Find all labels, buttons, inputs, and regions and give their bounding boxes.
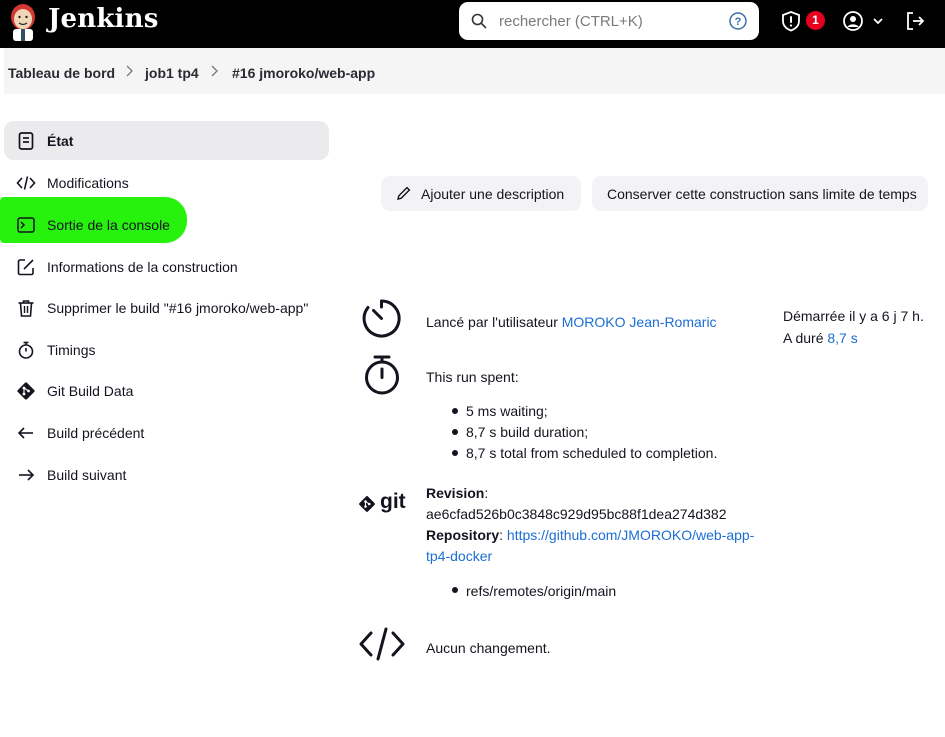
sidebar-item-label: Build suivant xyxy=(47,467,127,483)
security-badge[interactable]: 1 xyxy=(806,11,825,30)
run-spent-title: This run spent: xyxy=(426,369,519,385)
sidebar-item-label: Sortie de la console xyxy=(47,217,170,233)
repository-link-continued[interactable]: tp4-docker xyxy=(426,548,492,564)
duration-prefix: A duré xyxy=(783,330,824,346)
terminal-icon xyxy=(17,217,35,233)
repository-label: Repository xyxy=(426,527,500,543)
no-changes-text: Aucun changement. xyxy=(426,640,551,656)
sidebar-item-label: État xyxy=(47,133,74,149)
logout-icon[interactable] xyxy=(904,10,926,32)
clock-icon xyxy=(362,299,401,338)
sidebar-item-next-build[interactable]: Build suivant xyxy=(4,455,329,494)
edit-icon xyxy=(17,259,34,276)
bullet xyxy=(452,450,458,456)
keep-build-forever-button[interactable]: Conserver cette construction sans limite… xyxy=(592,176,928,211)
sidebar-item-changes[interactable]: Modifications xyxy=(4,163,329,202)
search-icon xyxy=(471,13,487,29)
stopwatch-icon xyxy=(365,355,399,395)
sidebar-item-label: Modifications xyxy=(47,175,129,191)
sidebar-item-git-build-data[interactable]: Git Build Data xyxy=(4,371,329,410)
git-logo-text: git xyxy=(380,490,406,513)
stopwatch-icon xyxy=(18,341,34,359)
ref-item: refs/remotes/origin/main xyxy=(466,583,617,599)
add-description-label: Ajouter une description xyxy=(421,186,565,202)
keep-build-label: Conserver cette construction sans limite… xyxy=(607,186,917,202)
duration-text: A duré 8,7 s xyxy=(783,330,858,346)
git-logo-icon xyxy=(359,496,375,512)
bullet xyxy=(452,587,458,593)
help-icon[interactable]: ? xyxy=(729,12,747,30)
list-item: 5 ms waiting; xyxy=(466,403,548,419)
sidebar-item-previous-build[interactable]: Build précédent xyxy=(4,413,329,452)
launched-by-prefix: Lancé par l'utilisateur xyxy=(426,314,558,330)
trash-icon xyxy=(18,300,34,317)
revision-label: Revision xyxy=(426,485,485,501)
user-icon[interactable] xyxy=(842,10,864,32)
sidebar-item-delete-build[interactable]: Supprimer le build "#16 jmoroko/web-app" xyxy=(4,288,329,327)
sidebar-item-label: Informations de la construction xyxy=(47,259,238,275)
sidebar-item-label: Supprimer le build "#16 jmoroko/web-app" xyxy=(47,300,309,316)
search-box[interactable]: ? xyxy=(459,2,759,40)
list-item: 8,7 s total from scheduled to completion… xyxy=(466,445,718,461)
add-description-button[interactable]: Ajouter une description xyxy=(381,176,581,211)
arrow-right-icon xyxy=(19,469,35,481)
user-link[interactable]: MOROKO Jean-Romaric xyxy=(562,314,717,330)
breadcrumb-job[interactable]: job1 tp4 xyxy=(145,65,199,81)
sidebar-item-label: Timings xyxy=(47,342,96,358)
code-icon xyxy=(16,176,36,190)
chevron-right-icon xyxy=(211,65,218,77)
chevron-right-icon xyxy=(126,65,133,77)
bullet xyxy=(452,429,458,435)
sidebar-item-console-output[interactable]: Sortie de la console xyxy=(4,205,329,244)
breadcrumb-dashboard[interactable]: Tableau de bord xyxy=(8,65,115,81)
sidebar-item-timings[interactable]: Timings xyxy=(4,330,329,369)
revision-line: Revision: xyxy=(426,485,489,501)
duration-link[interactable]: 8,7 s xyxy=(827,330,857,346)
chevron-down-icon[interactable] xyxy=(872,15,884,27)
sidebar-item-status[interactable]: État xyxy=(4,121,329,160)
sidebar-item-build-info[interactable]: Informations de la construction xyxy=(4,247,329,286)
top-header: Jenkins ? 1 xyxy=(0,0,945,48)
search-input[interactable] xyxy=(499,2,719,40)
document-icon xyxy=(18,132,34,150)
repository-link[interactable]: https://github.com/JMOROKO/web-app- xyxy=(507,527,754,543)
svg-text:?: ? xyxy=(735,16,742,28)
bullet xyxy=(452,408,458,414)
sidebar-item-label: Git Build Data xyxy=(47,383,134,399)
repository-line: Repository: https://github.com/JMOROKO/w… xyxy=(426,527,755,543)
brand-title[interactable]: Jenkins xyxy=(48,4,159,34)
started-text: Démarrée il y a 6 j 7 h. xyxy=(783,308,924,324)
sidebar-item-label: Build précédent xyxy=(47,425,145,441)
shield-alert-icon[interactable] xyxy=(780,10,802,32)
arrow-left-icon xyxy=(17,427,33,439)
list-item: 8,7 s build duration; xyxy=(466,424,589,440)
pencil-icon xyxy=(397,186,411,200)
git-icon xyxy=(17,382,35,400)
breadcrumb-build[interactable]: #16 jmoroko/web-app xyxy=(232,65,375,81)
launched-by-text: Lancé par l'utilisateur MOROKO Jean-Roma… xyxy=(426,314,717,330)
jenkins-logo[interactable] xyxy=(6,2,40,42)
code-icon xyxy=(359,627,405,661)
breadcrumb: Tableau de bord job1 tp4 #16 jmoroko/web… xyxy=(4,48,945,94)
revision-hash: ae6cfad526b0c3848c929d95bc88f1dea274d382 xyxy=(426,506,727,522)
